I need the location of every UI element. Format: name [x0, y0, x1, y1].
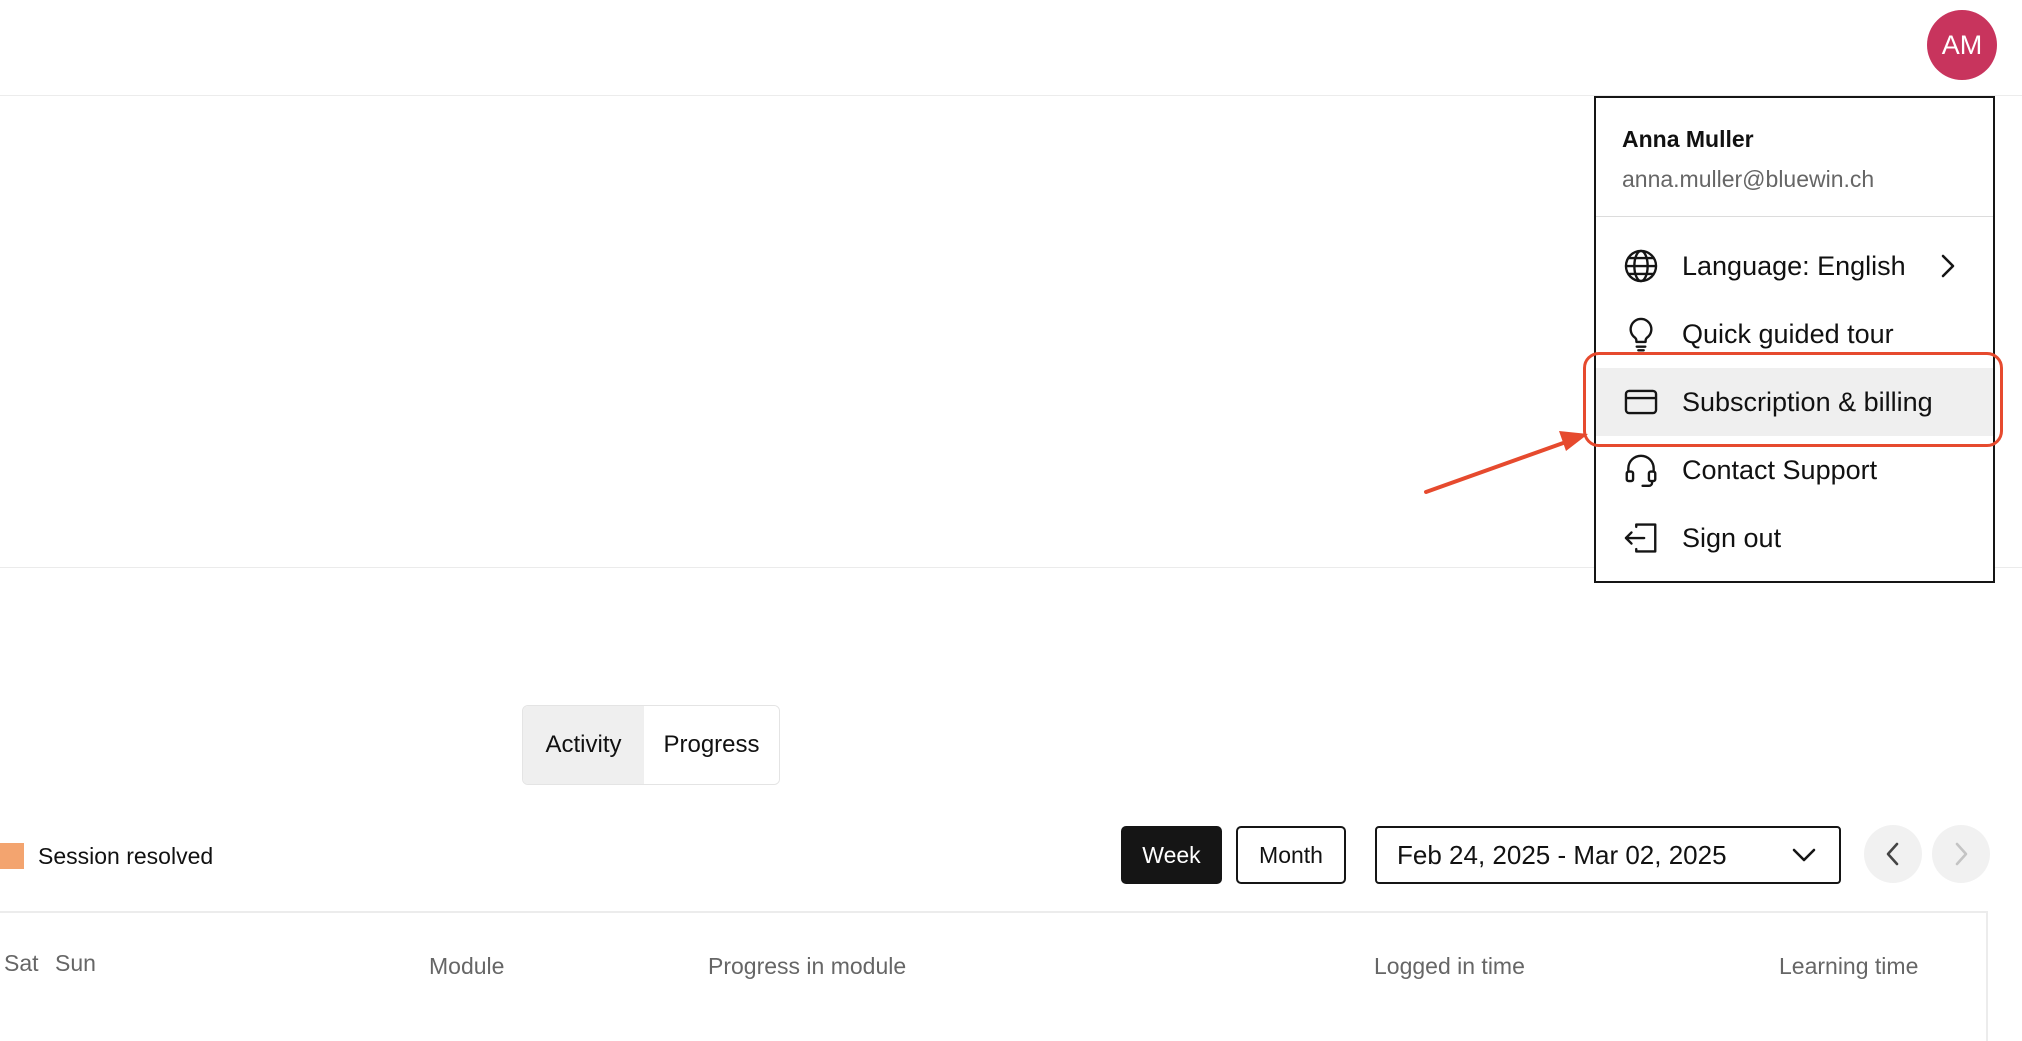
- column-header-learning-time: Learning time: [1779, 953, 1919, 979]
- day-header-sun: Sun: [55, 950, 96, 976]
- menu-label-guided-tour: Quick guided tour: [1682, 318, 1894, 349]
- menu-label-sign-out: Sign out: [1682, 522, 1782, 553]
- menu-item-guided-tour[interactable]: Quick guided tour: [1596, 300, 1993, 368]
- week-button[interactable]: Week: [1121, 826, 1222, 884]
- legend-swatch: [0, 843, 24, 869]
- chevron-down-icon: [1792, 848, 1816, 862]
- user-menu: Anna Muller anna.muller@bluewin.ch Langu…: [1594, 96, 1995, 583]
- legend-label: Session resolved: [38, 842, 214, 869]
- date-range-select[interactable]: Feb 24, 2025 - Mar 02, 2025: [1375, 826, 1841, 884]
- lightbulb-icon: [1629, 317, 1653, 352]
- previous-period-button[interactable]: [1864, 825, 1922, 883]
- column-header-progress: Progress in module: [708, 953, 907, 979]
- tab-progress[interactable]: Progress: [644, 706, 779, 784]
- activity-table: [0, 911, 1988, 1041]
- menu-item-contact-support[interactable]: Contact Support: [1596, 436, 1993, 504]
- user-email: anna.muller@bluewin.ch: [1622, 166, 1875, 192]
- chevron-right-icon: [1941, 254, 1955, 278]
- view-toggle: Activity Progress: [522, 705, 780, 785]
- date-range-value: Feb 24, 2025 - Mar 02, 2025: [1397, 839, 1727, 870]
- chevron-left-icon: [1886, 842, 1899, 866]
- menu-label-contact-support: Contact Support: [1682, 454, 1878, 485]
- credit-card-icon: [1624, 389, 1658, 415]
- next-period-button[interactable]: [1932, 825, 1990, 883]
- menu-divider: [1596, 216, 1993, 217]
- sign-out-icon: [1624, 523, 1657, 553]
- user-avatar[interactable]: AM: [1927, 10, 1997, 80]
- column-header-module: Module: [429, 953, 505, 979]
- column-header-logged-in-time: Logged in time: [1374, 953, 1525, 979]
- menu-label-subscription-billing: Subscription & billing: [1682, 386, 1933, 417]
- menu-item-language[interactable]: Language: English: [1596, 232, 1993, 300]
- tab-activity[interactable]: Activity: [523, 706, 644, 784]
- top-bar: [0, 0, 2022, 96]
- chevron-right-icon: [1955, 842, 1968, 866]
- menu-item-sign-out[interactable]: Sign out: [1596, 504, 1993, 572]
- user-name: Anna Muller: [1622, 126, 1754, 152]
- month-button[interactable]: Month: [1236, 826, 1346, 884]
- headset-icon: [1625, 454, 1657, 488]
- globe-icon: [1624, 249, 1658, 283]
- chart-legend: Session resolved: [0, 840, 213, 872]
- menu-label-language: Language: English: [1682, 250, 1906, 281]
- menu-item-subscription-billing[interactable]: Subscription & billing: [1596, 368, 1993, 436]
- day-header-sat: Sat: [4, 950, 39, 976]
